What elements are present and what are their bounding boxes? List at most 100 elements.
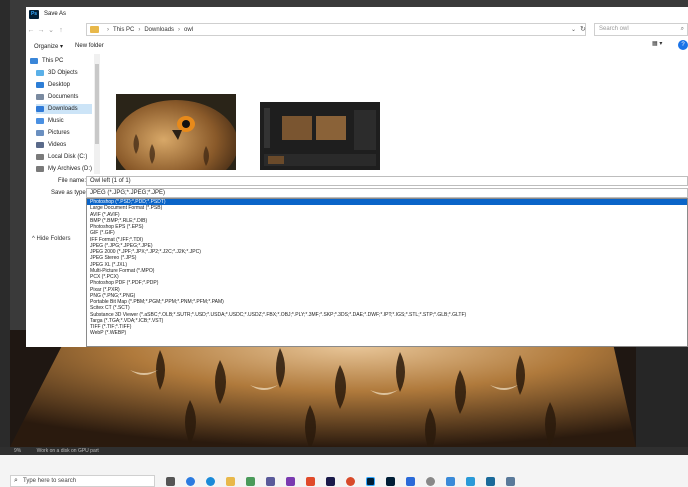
breadcrumb-owl[interactable]: owl (184, 27, 193, 33)
document-canvas[interactable] (10, 330, 636, 447)
nav-item-label: My Archives (D:) (48, 166, 93, 172)
nav-item-label: Local Disk (C:) (48, 154, 88, 160)
app-icon[interactable] (346, 477, 355, 486)
task-view-icon[interactable] (166, 477, 175, 486)
computer-icon (30, 58, 38, 64)
help-icon[interactable]: ? (678, 40, 688, 50)
taskbar-search-input[interactable]: ⌕ Type here to search (10, 475, 155, 487)
filename-label: File name: (58, 178, 87, 184)
nav-item-local-disk[interactable]: Local Disk (C:) (36, 152, 87, 162)
app-icon[interactable] (406, 477, 415, 486)
view-options-icon[interactable]: ▦ ▾ (652, 40, 662, 47)
organize-button[interactable]: Organize ▾ (34, 43, 63, 50)
navigation-pane: This PC 3D Objects Desktop Documents Dow… (26, 54, 94, 174)
photoshop-taskbar-icon[interactable] (366, 477, 375, 486)
app-icon[interactable] (426, 477, 435, 486)
search-placeholder: Search owl (599, 26, 629, 32)
recent-dropdown-icon[interactable]: ⌄ (46, 26, 56, 34)
download-arrow-icon (36, 106, 44, 112)
file-list (100, 54, 688, 174)
desktop-icon (36, 82, 44, 88)
premiere-icon[interactable] (326, 477, 335, 486)
chevron-right-icon: › (107, 26, 109, 33)
music-note-icon (36, 118, 44, 124)
nav-item-this-pc[interactable]: This PC (30, 56, 63, 66)
hide-folders-button[interactable]: ^ Hide Folders (32, 236, 71, 242)
nav-item-label: This PC (42, 58, 64, 64)
app-icon[interactable] (466, 477, 475, 486)
nav-item-desktop[interactable]: Desktop (36, 80, 70, 90)
nav-item-downloads[interactable]: Downloads (36, 104, 92, 114)
file-thumbnail-owl[interactable] (116, 94, 236, 170)
up-arrow-icon[interactable]: ↑ (56, 27, 66, 34)
app-icon[interactable] (306, 477, 315, 486)
refresh-icon[interactable]: ↻ (580, 25, 586, 33)
scroll-thumb[interactable] (95, 64, 99, 144)
film-icon (36, 142, 44, 148)
cube-icon (36, 70, 44, 76)
app-icon[interactable] (286, 477, 295, 486)
document-icon (36, 94, 44, 100)
new-folder-button[interactable]: New folder (75, 43, 104, 49)
photoshop-icon: Ps (29, 9, 39, 19)
windows-taskbar: ⌕ Type here to search (0, 455, 688, 487)
search-icon: ⌕ (680, 26, 684, 32)
nav-item-label: Desktop (48, 82, 71, 88)
app-icon[interactable] (486, 477, 495, 486)
owl-thumbnail-image (116, 94, 236, 170)
picture-icon (36, 130, 44, 136)
breadcrumb-this-pc[interactable]: This PC (113, 27, 134, 33)
savetype-row: Save as type: JPEG (*.JPG;*.JPEG;*.JPE) (26, 188, 688, 198)
taskbar-search-placeholder: Type here to search (23, 478, 77, 484)
nav-item-music[interactable]: Music (36, 116, 64, 126)
status-bar: 9% Work on a disk on GPU part (0, 447, 688, 455)
savetype-option[interactable]: WebP (*.WEBP) (87, 330, 687, 336)
dialog-title: Save As (44, 11, 67, 17)
save-as-dialog: Ps Save As ← → ⌄ ↑ › This PC › Downloads… (26, 7, 688, 347)
drive-icon (36, 154, 44, 160)
app-icon[interactable] (266, 477, 275, 486)
dialog-toolbar: Organize ▾ New folder ▦ ▾ ? (26, 40, 688, 52)
screenshot-thumbnail-image (260, 102, 380, 170)
tools-panel[interactable] (0, 0, 10, 455)
nav-item-label: Pictures (48, 130, 70, 136)
chevron-right-icon: › (178, 26, 181, 33)
nav-item-label: 3D Objects (48, 70, 78, 76)
savetype-select[interactable]: JPEG (*.JPG;*.JPEG;*.JPE) (86, 188, 688, 198)
app-icon[interactable] (506, 477, 515, 486)
chevron-up-icon: ^ (32, 236, 35, 242)
forward-arrow-icon[interactable]: → (36, 27, 46, 34)
address-row: ← → ⌄ ↑ › This PC › Downloads › owl ⌄ ↻ … (26, 23, 688, 37)
app-icon[interactable] (446, 477, 455, 486)
edge-icon[interactable] (206, 477, 215, 486)
nav-item-3d-objects[interactable]: 3D Objects (36, 68, 78, 78)
file-explorer-icon[interactable] (226, 477, 235, 486)
back-arrow-icon[interactable]: ← (26, 27, 36, 34)
nav-item-documents[interactable]: Documents (36, 92, 78, 102)
nav-item-my-archives[interactable]: My Archives (D:) (36, 164, 92, 174)
filename-row: File name: Owl left (1 of 1) (26, 176, 688, 186)
filename-input[interactable]: Owl left (1 of 1) (86, 176, 688, 186)
nav-item-videos[interactable]: Videos (36, 140, 66, 150)
drive-icon (36, 166, 44, 172)
document-info: Work on a disk on GPU part (36, 448, 99, 454)
chrome-icon[interactable] (186, 477, 195, 486)
savetype-dropdown-list[interactable]: Photoshop (*.PSD;*.PDD;*.PSDT) Large Docu… (86, 198, 688, 347)
file-thumbnail-screenshot[interactable] (260, 102, 380, 170)
address-bar[interactable]: › This PC › Downloads › owl (86, 23, 586, 36)
nav-item-pictures[interactable]: Pictures (36, 128, 70, 138)
search-input[interactable]: Search owl ⌕ (594, 23, 688, 36)
savetype-label: Save as type: (51, 190, 88, 196)
search-icon: ⌕ (14, 477, 18, 484)
lightroom-icon[interactable] (386, 477, 395, 486)
owl-feather-image (10, 330, 636, 447)
chevron-down-icon[interactable]: ⌄ (571, 26, 576, 33)
folder-icon (90, 26, 99, 33)
zoom-level: 9% (14, 448, 22, 454)
hide-folders-label: Hide Folders (36, 236, 71, 242)
store-icon[interactable] (246, 477, 255, 486)
breadcrumb-downloads[interactable]: Downloads (144, 27, 174, 33)
chevron-right-icon: › (138, 26, 141, 33)
layers-panel[interactable] (636, 340, 688, 455)
dialog-title-bar[interactable]: Ps Save As (26, 7, 688, 21)
